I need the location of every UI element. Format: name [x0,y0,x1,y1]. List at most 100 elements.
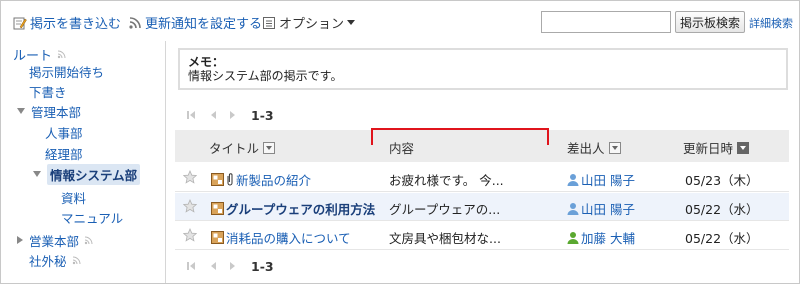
page-range: 1-3 [251,107,274,123]
expand-toggle-icon[interactable] [17,108,25,114]
chevron-down-icon [347,20,356,25]
set-notification-link[interactable]: 更新通知を設定する [128,13,262,32]
content-preview: 文房具や梱包材な... [389,231,501,246]
user-icon [567,232,579,244]
sender-name: 加藤 大輔 [581,231,635,246]
col-updated[interactable]: 更新日時 [683,138,750,157]
toolbar: 掲示を書き込む 更新通知を設定する オプション 掲示板検索 詳細検索 [1,1,799,41]
sort-dropdown-icon[interactable] [263,141,276,154]
tree-item-sales-hq[interactable]: 営業本部 [17,231,93,249]
col-sender-label: 差出人 [567,141,605,156]
tree-item-root[interactable]: ルート [13,45,66,64]
pager-top: 1-3 [187,107,274,123]
tree-item-label: 人事部 [45,125,83,141]
tree-item-label: 管理本部 [31,104,82,120]
sender-name: 山田 陽子 [581,173,635,188]
sender-link[interactable]: 山田 陽子 [567,199,635,218]
memo-box: メモ： 情報システム部の掲示です。 [178,48,788,90]
prev-page-button[interactable] [211,111,216,119]
pencil-note-icon [13,17,27,29]
page-range: 1-3 [251,258,274,274]
category-tree: ルート 掲示開始待ち 下書き 管理本部 人事部 経理部 情報システム部 資料 マ… [1,41,166,283]
pager-bottom: 1-3 [187,258,274,274]
board-search-button[interactable]: 掲示板検索 [675,11,745,33]
tree-item-confidential[interactable]: 社外秘 [29,251,81,269]
expand-toggle-icon[interactable] [33,171,41,177]
tree-item-documents[interactable]: 資料 [61,188,86,206]
bulletin-icon [211,231,224,244]
star-icon[interactable] [183,170,197,184]
tree-item-label: 下書き [29,84,67,100]
first-page-icon [187,261,197,271]
sender-cell: 山田 陽子 [567,170,635,189]
tree-item-drafts[interactable]: 下書き [29,82,67,100]
content-preview: グループウェアの... [389,202,501,217]
col-sender[interactable]: 差出人 [567,138,621,157]
col-title[interactable]: タイトル [209,138,276,157]
sort-active-icon[interactable] [737,141,750,154]
title-cell: 新製品の紹介 [211,170,311,189]
user-icon [567,203,579,215]
subscription-icon [57,50,66,58]
col-updated-label: 更新日時 [683,141,734,156]
attachment-icon [227,173,233,186]
star-icon[interactable] [183,228,197,242]
first-page-button[interactable] [187,110,197,120]
board-search-input[interactable] [541,11,671,33]
tree-item-label: マニュアル [61,210,124,226]
post-title-link[interactable]: 新製品の紹介 [236,170,311,189]
tree-item-label: 掲示開始待ち [29,64,105,80]
col-title-label: タイトル [209,141,260,156]
tree-item-accounting[interactable]: 経理部 [45,144,83,162]
tree-item-admin-hq[interactable]: 管理本部 [17,102,81,120]
write-post-label: 掲示を書き込む [30,17,122,32]
next-page-icon [230,111,235,119]
tree-item-label: 資料 [61,190,87,206]
post-title-link[interactable]: 消耗品の購入について [226,228,351,247]
user-icon [567,174,579,186]
options-menu[interactable]: オプション [262,13,356,32]
tree-item-label: 社外秘 [29,253,67,269]
updated-date: 05/22（水） [685,231,759,246]
updated-date: 05/22（水） [685,202,759,217]
prev-page-icon [211,111,216,119]
first-page-button[interactable] [187,261,197,271]
options-label: オプション [279,17,345,32]
table-row[interactable]: グループウェアの利用方法 グループウェアの... 山田 陽子 05/22（水） [175,193,789,221]
next-page-button[interactable] [230,111,235,119]
table-row[interactable]: 新製品の紹介 お疲れ様です。 今... 山田 陽子 05/23（木） [175,164,789,192]
sender-cell: 山田 陽子 [567,199,635,218]
prev-page-icon [211,262,216,270]
sender-link[interactable]: 加藤 大輔 [567,228,635,247]
memo-text: 情報システム部の掲示です。 [188,69,343,83]
memo-title: メモ： [188,55,225,69]
title-cell: グループウェアの利用方法 [211,199,375,218]
content-preview: お疲れ様です。 今... [389,173,504,188]
bulletin-icon [211,202,224,215]
updated-date: 05/23（木） [685,173,759,188]
tree-item-manual[interactable]: マニュアル [61,208,123,226]
app-frame: 掲示を書き込む 更新通知を設定する オプション 掲示板検索 詳細検索 ルート 掲… [0,0,800,284]
first-page-icon [187,110,197,120]
next-page-button[interactable] [230,262,235,270]
subscription-icon [72,256,81,264]
tree-item-pending[interactable]: 掲示開始待ち [29,62,104,80]
post-title-link[interactable]: グループウェアの利用方法 [226,199,375,218]
sender-name: 山田 陽子 [581,202,635,217]
tree-item-label: 経理部 [45,146,83,162]
collapse-toggle-icon[interactable] [17,236,23,244]
tree-item-it-dept[interactable]: 情報システム部 [33,163,141,185]
sort-dropdown-icon[interactable] [608,141,621,154]
highlight-frame [371,128,549,145]
star-icon[interactable] [183,199,197,213]
subscription-icon [84,236,93,244]
tree-item-hr[interactable]: 人事部 [45,123,83,141]
list-icon [263,16,275,29]
prev-page-button[interactable] [211,262,216,270]
next-page-icon [230,262,235,270]
sender-link[interactable]: 山田 陽子 [567,170,635,189]
advanced-search-link[interactable]: 詳細検索 [749,15,793,31]
write-post-link[interactable]: 掲示を書き込む [13,13,121,32]
feed-icon [129,16,141,29]
table-row[interactable]: 消耗品の購入について 文房具や梱包材な... 加藤 大輔 05/22（水） [175,222,789,250]
